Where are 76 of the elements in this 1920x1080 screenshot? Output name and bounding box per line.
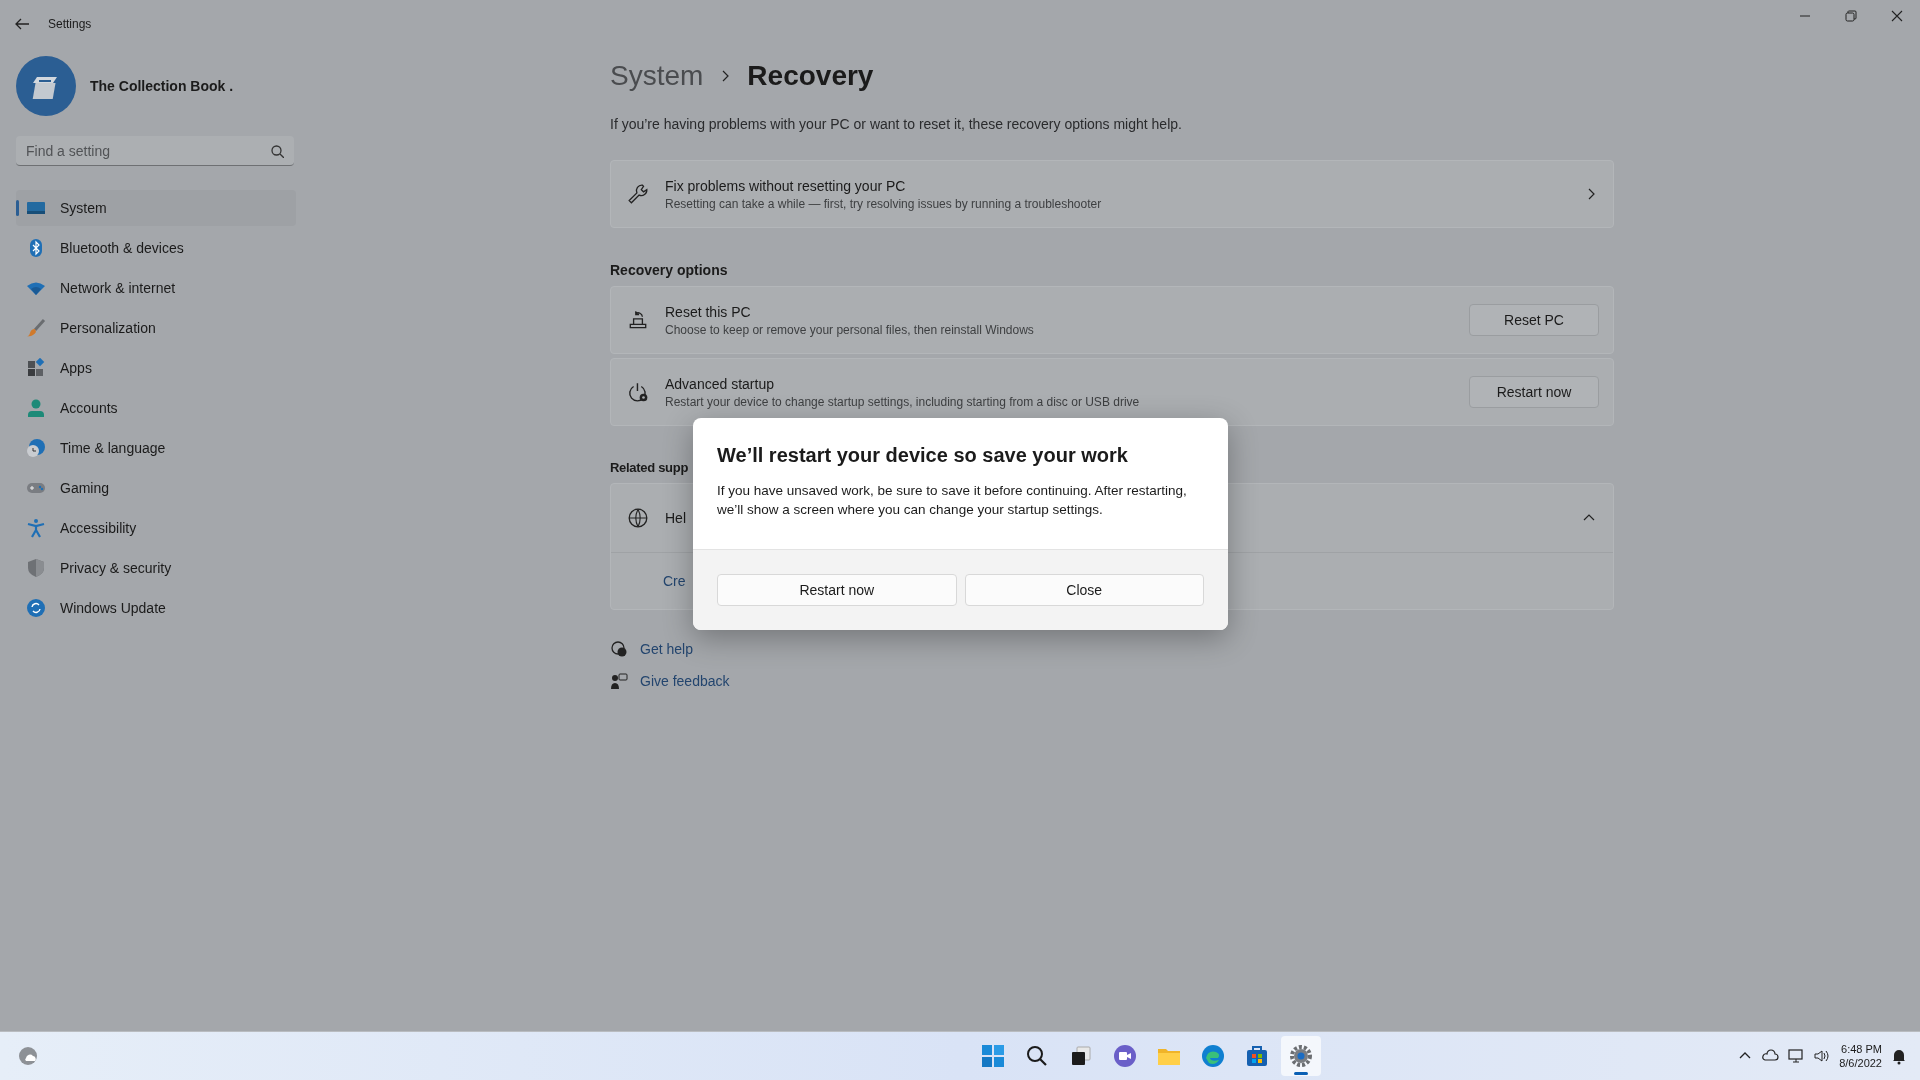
page-title: Recovery <box>747 60 874 92</box>
dialog-title: We’ll restart your device so save your work <box>717 444 1129 467</box>
laptop-reset-icon <box>627 309 649 331</box>
sidebar-item[interactable]: Apps <box>16 350 296 386</box>
card-description: Resetting can take a while — first, try resolving issues by running a troubleshooter <box>665 196 1103 211</box>
shield-icon <box>26 558 46 578</box>
power-gear-icon <box>627 381 649 403</box>
sidebar-item-label: Accessibility <box>60 520 137 536</box>
sidebar-item-label: Windows Update <box>60 600 166 616</box>
active-indicator <box>1293 1072 1308 1075</box>
globe-clock-icon <box>26 438 46 458</box>
sidebar-item[interactable]: System <box>16 190 296 226</box>
paintbrush-icon <box>26 318 46 338</box>
sidebar-item[interactable]: Accessibility <box>16 510 296 546</box>
sidebar-item-label: Bluetooth & devices <box>60 240 184 256</box>
card-title: Reset this PC <box>665 303 752 320</box>
search-icon <box>270 144 284 158</box>
card-description: Choose to keep or remove your personal files, then reinstall Windows <box>665 322 1035 337</box>
intro-text: If you’re having problems with your PC or want to reset it, these recovery options might help. <box>610 116 1183 132</box>
search-icon[interactable] <box>1024 1044 1049 1068</box>
apps-icon <box>26 358 46 378</box>
section-heading: Related supp <box>610 460 690 475</box>
wrench-icon <box>627 183 649 205</box>
monitor-icon[interactable] <box>1787 1047 1806 1065</box>
card-title: Hel <box>665 510 686 526</box>
clock-time[interactable]: 6:48 PM <box>1841 1042 1882 1056</box>
card-description: Restart your device to change startup settings, including starting from a disc or USB drive <box>665 394 1141 409</box>
windows-start-icon[interactable] <box>980 1044 1005 1068</box>
weather-icon[interactable] <box>16 1044 40 1068</box>
arrow-left-icon[interactable] <box>14 16 30 32</box>
sidebar-item[interactable]: Network & internet <box>16 270 296 306</box>
dialog-message: If you have unsaved work, be sure to save it before continuing. After restarting, we’ll show a screen where you can change your startup settings. <box>717 482 1188 519</box>
action-button[interactable]: Restart now <box>1469 376 1599 408</box>
section-heading: Recovery options <box>610 262 729 278</box>
dialog-button[interactable]: Restart now <box>717 574 957 606</box>
settings-icon[interactable] <box>1288 1044 1313 1068</box>
feedback-icon <box>610 672 628 690</box>
selection-indicator <box>16 200 19 216</box>
accessibility-icon <box>26 518 46 538</box>
link[interactable]: Get help <box>640 641 693 657</box>
window-title: Settings <box>48 17 92 31</box>
sidebar-item[interactable]: Bluetooth & devices <box>16 230 296 266</box>
link[interactable]: Give feedback <box>640 673 730 689</box>
account-name: The Collection Book . <box>90 78 234 94</box>
sidebar-item[interactable]: Personalization <box>16 310 296 346</box>
sidebar-item-label: Apps <box>60 360 92 376</box>
sidebar-item-label: Personalization <box>60 320 156 336</box>
sidebar-item[interactable]: Gaming <box>16 470 296 506</box>
card-title: Advanced startup <box>665 375 775 392</box>
sidebar-item-label: Time & language <box>60 440 166 456</box>
browser-icon[interactable] <box>1200 1044 1225 1068</box>
link[interactable]: Cre <box>663 573 686 589</box>
sidebar-item[interactable]: Accounts <box>16 390 296 426</box>
sidebar-item[interactable]: Privacy & security <box>16 550 296 586</box>
restore-icon[interactable] <box>1843 8 1859 24</box>
video-chat-icon[interactable] <box>1112 1044 1137 1068</box>
close-icon[interactable] <box>1889 8 1905 24</box>
globe-search-icon <box>627 507 649 529</box>
breadcrumb-link[interactable]: System <box>610 60 704 92</box>
dialog-button[interactable]: Close <box>964 574 1204 606</box>
settings-card[interactable]: Fix problems without resetting your PC Resetting can take a while — first, try resolving issues by running a troubleshooter <box>610 160 1614 228</box>
speaker-icon[interactable] <box>1813 1047 1832 1065</box>
sidebar-item[interactable]: Windows Update <box>16 590 296 626</box>
search-field[interactable]: Find a setting <box>16 136 294 166</box>
sidebar-item[interactable]: Time & language <box>16 430 296 466</box>
sync-icon <box>26 598 46 618</box>
store-icon[interactable] <box>1244 1044 1269 1068</box>
person-icon <box>26 398 46 418</box>
sidebar-item-label: System <box>60 200 107 216</box>
action-button[interactable]: Reset PC <box>1469 304 1599 336</box>
sidebar-item-label: Privacy & security <box>60 560 172 576</box>
sidebar-item-label: Accounts <box>60 400 118 416</box>
sidebar-item-label: Gaming <box>60 480 110 496</box>
sidebar-item-label: Network & internet <box>60 280 176 296</box>
clock-date[interactable]: 8/6/2022 <box>1839 1056 1882 1070</box>
card-title: Fix problems without resetting your PC <box>665 177 907 194</box>
